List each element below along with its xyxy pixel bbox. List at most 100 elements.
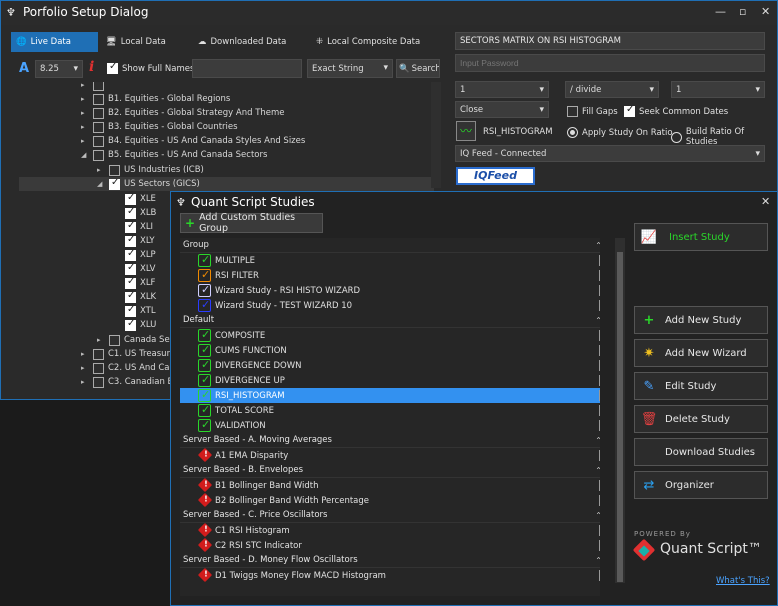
collapse-chevron-icon[interactable]: ⌃	[595, 556, 600, 565]
study-select-checkbox[interactable]	[599, 300, 600, 311]
collapse-chevron-icon[interactable]: ⌃	[595, 466, 600, 475]
expand-arrow-icon[interactable]: ▸	[81, 123, 89, 131]
tree-checkbox[interactable]	[93, 135, 104, 147]
expand-arrow-icon[interactable]: ▸	[97, 166, 105, 174]
search-button[interactable]: 🔍 Search	[396, 59, 440, 78]
tree-row[interactable]: XLE	[125, 192, 156, 206]
study-select-checkbox[interactable]	[599, 255, 600, 266]
group-header[interactable]: Server Based - A. Moving Averages ⌃	[180, 433, 600, 448]
tree-row[interactable]: ◢ B5. Equities - US And Canada Sectors	[81, 148, 267, 162]
download-studies-button[interactable]: Download Studies	[634, 438, 768, 466]
price-field-select[interactable]: Close	[455, 101, 549, 118]
tree-row[interactable]: XLF	[125, 276, 155, 290]
tree-checkbox[interactable]	[93, 149, 104, 161]
tree-row[interactable]: XLB	[125, 206, 156, 220]
tree-checkbox[interactable]	[109, 177, 120, 190]
tree-checkbox[interactable]	[125, 220, 136, 233]
seek-common-dates-option[interactable]: Seek Common Dates	[624, 104, 728, 117]
insert-study-button[interactable]: 📈 Insert Study	[634, 223, 768, 251]
close-button[interactable]: ✕	[761, 5, 770, 18]
tree-row[interactable]: ▸ Canada Sec	[97, 333, 174, 347]
tree-row[interactable]: ▸ C2. US And Can	[81, 361, 175, 375]
tree-checkbox[interactable]	[93, 376, 104, 388]
expand-arrow-icon[interactable]: ▸	[81, 137, 89, 145]
expand-arrow-icon[interactable]: ▸	[81, 350, 89, 358]
group-header[interactable]: Group ⌃	[180, 238, 600, 253]
tree-checkbox[interactable]	[125, 290, 136, 303]
study-item[interactable]: DIVERGENCE UP	[180, 373, 600, 388]
tree-row[interactable]: XLK	[125, 290, 156, 304]
study-item[interactable]: COMPOSITE	[180, 328, 600, 343]
build-ratio-option[interactable]: Build Ratio Of Studies	[671, 127, 777, 147]
study-select-checkbox[interactable]	[599, 540, 600, 551]
tree-checkbox[interactable]	[93, 348, 104, 360]
tree-checkbox[interactable]	[125, 262, 136, 275]
group-header[interactable]: Server Based - C. Price Oscillators ⌃	[180, 508, 600, 523]
search-input[interactable]	[192, 59, 302, 78]
tree-row[interactable]: ▸ B2. Equities - Global Strategy And Them…	[81, 106, 285, 120]
collapse-chevron-icon[interactable]: ⌃	[595, 316, 600, 325]
study-item[interactable]: RSI FILTER	[180, 268, 600, 283]
feed-status-select[interactable]: IQ Feed - Connected	[455, 145, 765, 162]
tree-row[interactable]: ▸ C3. Canadian B	[81, 375, 173, 388]
info-icon[interactable]: i	[89, 59, 94, 75]
study-chart-icon[interactable]: 〰	[456, 121, 476, 141]
study-select-checkbox[interactable]	[599, 390, 600, 401]
study-item[interactable]: TOTAL SCORE	[180, 403, 600, 418]
tree-row[interactable]: XLU	[125, 318, 156, 332]
match-mode-select[interactable]: Exact String	[307, 59, 393, 78]
apply-on-ratio-option[interactable]: Apply Study On Ratio	[567, 127, 673, 138]
expand-arrow-icon[interactable]: ▸	[81, 378, 89, 386]
expand-arrow-icon[interactable]: ▸	[97, 336, 105, 344]
add-new-wizard-button[interactable]: ✷ Add New Wizard	[634, 339, 768, 367]
show-full-names-checkbox[interactable]	[107, 61, 118, 74]
tree-row[interactable]: ▸ US Industries (ICB)	[97, 163, 204, 177]
edit-study-button[interactable]: ✎ Edit Study	[634, 372, 768, 400]
seek-common-dates-checkbox[interactable]	[624, 104, 635, 117]
tree-checkbox[interactable]	[125, 276, 136, 289]
collapse-arrow-icon[interactable]: ◢	[81, 151, 89, 159]
tree-checkbox[interactable]	[125, 248, 136, 261]
study-item[interactable]: CUMS FUNCTION	[180, 343, 600, 358]
studies-scroll-thumb[interactable]	[617, 252, 623, 582]
study-item[interactable]: A1 EMA Disparity	[180, 447, 600, 463]
delete-study-button[interactable]: 🗑 Delete Study	[634, 405, 768, 433]
tree-row[interactable]: XTL	[125, 304, 156, 318]
study-select-checkbox[interactable]	[599, 285, 600, 296]
tab-downloaded-data[interactable]: ☁ Downloaded Data	[193, 32, 311, 52]
tree-row[interactable]: XLI	[125, 220, 153, 234]
param1-select[interactable]: 1	[455, 81, 549, 98]
tree-row[interactable]: ▸ C1. US Treasuri	[81, 347, 172, 361]
study-select-checkbox[interactable]	[599, 480, 600, 491]
tree-scrollbar[interactable]	[431, 82, 441, 188]
whats-this-link[interactable]: What's This?	[716, 576, 770, 586]
operator-select[interactable]: / divide	[565, 81, 659, 98]
study-select-checkbox[interactable]	[599, 450, 600, 461]
collapse-chevron-icon[interactable]: ⌃	[595, 436, 600, 445]
collapse-chevron-icon[interactable]: ⌃	[595, 241, 600, 250]
study-item[interactable]: Wizard Study - TEST WIZARD 10	[180, 298, 600, 313]
tab-local-data[interactable]: 🖥 Local Data	[101, 32, 193, 52]
apply-on-ratio-radio[interactable]	[567, 127, 578, 138]
study-item[interactable]: DIVERGENCE DOWN	[180, 358, 600, 373]
password-input[interactable]	[455, 54, 765, 72]
add-new-study-button[interactable]: + Add New Study	[634, 306, 768, 334]
study-item[interactable]: C2 RSI STC Indicator	[180, 537, 600, 553]
study-item[interactable]: B2 Bollinger Band Width Percentage	[180, 492, 600, 508]
minimize-button[interactable]: —	[715, 5, 726, 18]
study-select-checkbox[interactable]	[599, 330, 600, 341]
tree-row[interactable]: ▸ B1. Equities - Global Regions	[81, 92, 230, 106]
group-header[interactable]: Server Based - B. Envelopes ⌃	[180, 463, 600, 478]
param2-select[interactable]: 1	[671, 81, 765, 98]
tab-local-composite-data[interactable]: ⁜ Local Composite Data	[311, 32, 441, 52]
tree-row[interactable]: XLY	[125, 234, 155, 248]
tree-row[interactable]: XLV	[125, 262, 155, 276]
collapse-arrow-icon[interactable]: ◢	[97, 180, 105, 188]
study-select-checkbox[interactable]	[599, 405, 600, 416]
study-item-selected[interactable]: RSI_HISTOGRAM	[180, 388, 600, 403]
group-header[interactable]: Default ⌃	[180, 313, 600, 328]
tree-checkbox[interactable]	[125, 234, 136, 247]
matrix-name-field[interactable]: SECTORS MATRIX ON RSI HISTOGRAM	[455, 32, 765, 50]
tree-checkbox[interactable]	[93, 107, 104, 119]
study-select-checkbox[interactable]	[599, 345, 600, 356]
